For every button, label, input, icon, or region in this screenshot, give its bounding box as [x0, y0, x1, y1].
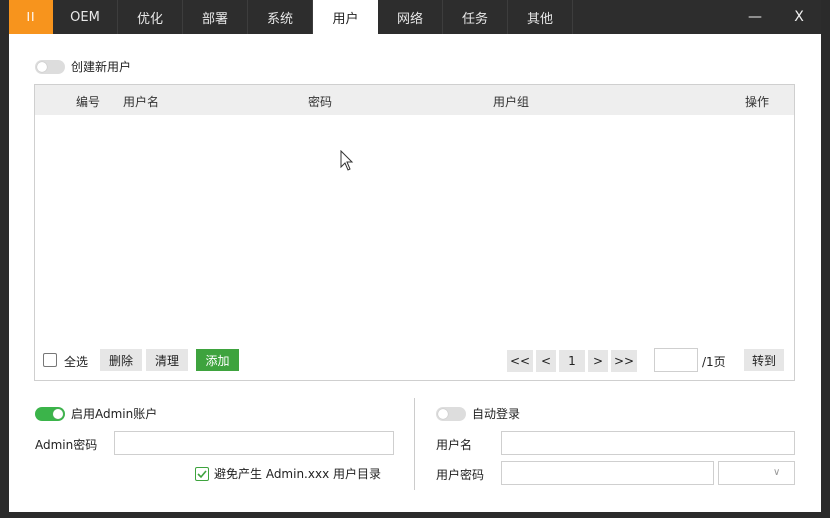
tab-tasks[interactable]: 任务: [443, 0, 508, 34]
section-divider: [414, 398, 415, 490]
create-user-label: 创建新用户: [71, 60, 132, 74]
select-all-label: 全选: [64, 355, 89, 369]
autologin-label: 自动登录: [472, 407, 521, 421]
column-id: 编号: [76, 95, 101, 109]
last-page-button[interactable]: >>: [611, 350, 637, 372]
first-page-button[interactable]: <<: [507, 350, 533, 372]
minimize-button[interactable]: —: [735, 0, 775, 34]
total-pages-label: /1页: [702, 355, 726, 369]
user-table: 编号 用户名 密码 用户组 操作 全选 删除 清理 添加 << < 1 > >>…: [34, 84, 795, 381]
autologin-username-input[interactable]: [501, 431, 795, 455]
autologin-password-label: 用户密码: [436, 468, 485, 482]
tab-system[interactable]: 系统: [248, 0, 313, 34]
close-button[interactable]: X: [779, 0, 819, 34]
prev-page-button[interactable]: <: [536, 350, 556, 372]
chevron-down-icon: ∨: [773, 467, 781, 478]
next-page-button[interactable]: >: [588, 350, 608, 372]
table-header: 编号 用户名 密码 用户组 操作: [35, 85, 794, 115]
autologin-password-input[interactable]: [501, 461, 714, 485]
admin-enable-toggle[interactable]: [35, 406, 65, 421]
tab-network[interactable]: 网络: [378, 0, 443, 34]
app-window: II OEM 优化 部署 系统 用户 网络 任务 其他 — X 创建新用户 编号…: [9, 0, 821, 512]
goto-button[interactable]: 转到: [744, 349, 784, 371]
clear-button[interactable]: 清理: [146, 349, 188, 371]
titlebar: II OEM 优化 部署 系统 用户 网络 任务 其他 — X: [9, 0, 821, 34]
pause-button[interactable]: II: [9, 0, 53, 34]
create-user-toggle[interactable]: [35, 59, 65, 74]
column-username: 用户名: [123, 95, 160, 109]
tab-deploy[interactable]: 部署: [183, 0, 248, 34]
admin-enable-row: 启用Admin账户: [35, 405, 157, 422]
autologin-row: 自动登录: [436, 405, 520, 422]
autologin-domain-select[interactable]: ∨: [718, 461, 795, 485]
delete-button[interactable]: 删除: [100, 349, 142, 371]
checkmark-icon: [197, 469, 207, 478]
column-usergroup: 用户组: [493, 95, 530, 109]
current-page-indicator[interactable]: 1: [559, 350, 585, 372]
autologin-toggle[interactable]: [436, 406, 466, 421]
avoid-admin-dir-label: 避免产生 Admin.xxx 用户目录: [214, 467, 381, 481]
tab-optimize[interactable]: 优化: [118, 0, 183, 34]
admin-password-input[interactable]: [114, 431, 394, 455]
select-all-checkbox[interactable]: [43, 353, 57, 367]
admin-enable-label: 启用Admin账户: [71, 407, 158, 421]
page-number-input[interactable]: [654, 348, 698, 372]
mouse-cursor-icon: [340, 150, 354, 171]
column-password: 密码: [308, 95, 333, 109]
admin-password-label: Admin密码: [35, 438, 98, 452]
column-actions: 操作: [745, 95, 770, 109]
avoid-admin-dir-checkbox[interactable]: [195, 466, 209, 481]
avoid-admin-dir-row: 避免产生 Admin.xxx 用户目录: [195, 465, 381, 482]
tab-users[interactable]: 用户: [313, 0, 378, 34]
add-button[interactable]: 添加: [196, 349, 239, 371]
tab-other[interactable]: 其他: [508, 0, 573, 34]
autologin-username-label: 用户名: [436, 438, 473, 452]
create-user-row: 创建新用户: [35, 58, 131, 75]
tab-oem[interactable]: OEM: [53, 0, 118, 34]
